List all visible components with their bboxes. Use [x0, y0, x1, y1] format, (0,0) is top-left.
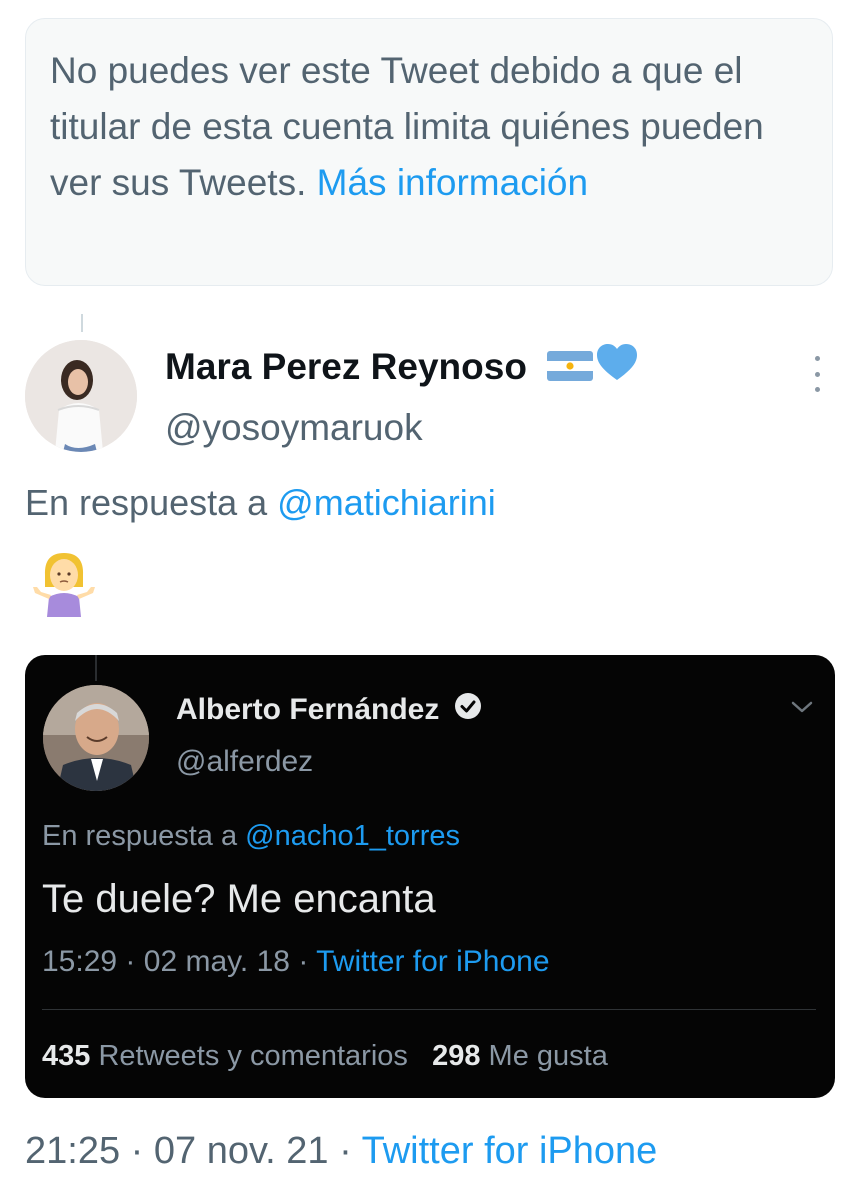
embedded-author-name: Alberto Fernández: [176, 689, 482, 732]
embedded-tweet-meta: 15:29 · 02 may. 18 · Twitter for iPhone: [42, 941, 550, 983]
author-avatar[interactable]: [25, 340, 137, 452]
embedded-reply-mention: @nacho1_torres: [245, 820, 460, 852]
argentina-flag-icon: [547, 344, 594, 394]
author-handle[interactable]: @yosoymaruok: [165, 403, 423, 453]
likes-label: Me gusta: [488, 1040, 608, 1072]
person-shrugging-icon: [29, 547, 99, 617]
likes-count: 298: [432, 1040, 481, 1072]
verified-badge-icon: [454, 690, 482, 732]
reply-mention-link[interactable]: @matichiarini: [277, 482, 496, 523]
embedded-date: 02 may. 18: [143, 945, 290, 978]
embedded-reply-context: En respuesta a @nacho1_torres: [42, 815, 460, 857]
embedded-author-avatar: [43, 685, 149, 791]
embedded-tweet-text: Te duele? Me encanta: [42, 877, 436, 921]
embedded-author-handle: @alferdez: [176, 745, 314, 778]
meta-separator: ·: [125, 945, 136, 978]
tweet-meta: 21:25 · 07 nov. 21 · Twitter for iPhone: [25, 1125, 657, 1177]
tweet-source-link[interactable]: Twitter for iPhone: [362, 1130, 658, 1172]
tweet-date: 07 nov. 21: [153, 1130, 329, 1172]
withheld-tweet-notice: No puedes ver este Tweet debido a que el…: [25, 18, 833, 286]
retweets-count: 435: [42, 1040, 91, 1072]
retweets-label: Retweets y comentarios: [98, 1040, 408, 1072]
author-name[interactable]: Mara Perez Reynoso: [165, 342, 638, 395]
chevron-down-icon: [790, 699, 814, 720]
meta-separator: ·: [339, 1130, 352, 1172]
embedded-time: 15:29: [42, 945, 118, 978]
embedded-reply-prefix: En respuesta a: [42, 820, 238, 852]
meta-separator: ·: [298, 945, 309, 978]
reply-prefix: En respuesta a: [25, 482, 268, 523]
tweet-time: 21:25: [25, 1130, 121, 1172]
more-info-link[interactable]: Más información: [317, 162, 588, 203]
blue-heart-icon: [597, 343, 638, 395]
embedded-tweet-stats: 435 Retweets y comentarios 298 Me gusta: [42, 1035, 608, 1077]
embedded-divider: [42, 1009, 816, 1010]
embedded-tweet-screenshot[interactable]: Alberto Fernández @alferdez En respuesta…: [25, 655, 835, 1098]
embedded-source: Twitter for iPhone: [316, 945, 550, 978]
author-display-name: Mara Perez Reynoso: [165, 346, 527, 387]
more-options-icon[interactable]: [809, 356, 825, 392]
thread-connector-line: [81, 314, 83, 332]
meta-separator: ·: [130, 1130, 144, 1172]
embedded-display-name: Alberto Fernández: [176, 693, 440, 726]
reply-context: En respuesta a @matichiarini: [25, 478, 496, 528]
embedded-thread-line: [95, 655, 97, 681]
